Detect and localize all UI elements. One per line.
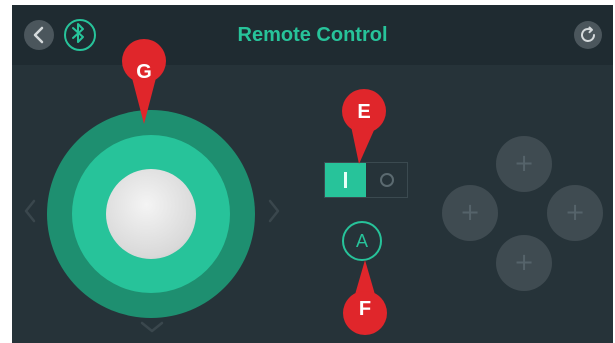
toggle-on-symbol: [344, 172, 347, 188]
dpad-left-button[interactable]: +: [442, 185, 498, 241]
marker-g-label: G: [136, 61, 152, 83]
back-button[interactable]: [24, 20, 54, 50]
marker-e-pin-icon: [342, 89, 386, 164]
bluetooth-button[interactable]: [64, 19, 96, 51]
toggle-off-symbol: [380, 173, 394, 187]
marker-e-label: E: [357, 101, 371, 123]
joystick-knob[interactable]: [106, 169, 196, 259]
a-button[interactable]: A: [342, 221, 382, 261]
refresh-icon: [581, 26, 595, 42]
chevron-right-icon: [268, 199, 280, 223]
marker-f-label: F: [358, 298, 372, 320]
dpad-up-button[interactable]: +: [496, 136, 552, 192]
chevron-down-icon: [140, 321, 164, 333]
page-title: Remote Control: [237, 24, 388, 46]
dpad-down-button[interactable]: +: [496, 235, 552, 291]
toggle-off-segment[interactable]: [366, 163, 407, 197]
app-screen: Remote Control A + + + +: [12, 5, 613, 343]
chevron-left-icon: [24, 199, 36, 223]
chevron-left-icon: [33, 26, 44, 44]
refresh-button[interactable]: [574, 21, 602, 49]
dpad-right-button[interactable]: +: [547, 185, 603, 241]
bluetooth-icon: [72, 23, 84, 43]
toggle-on-segment[interactable]: [325, 163, 366, 197]
